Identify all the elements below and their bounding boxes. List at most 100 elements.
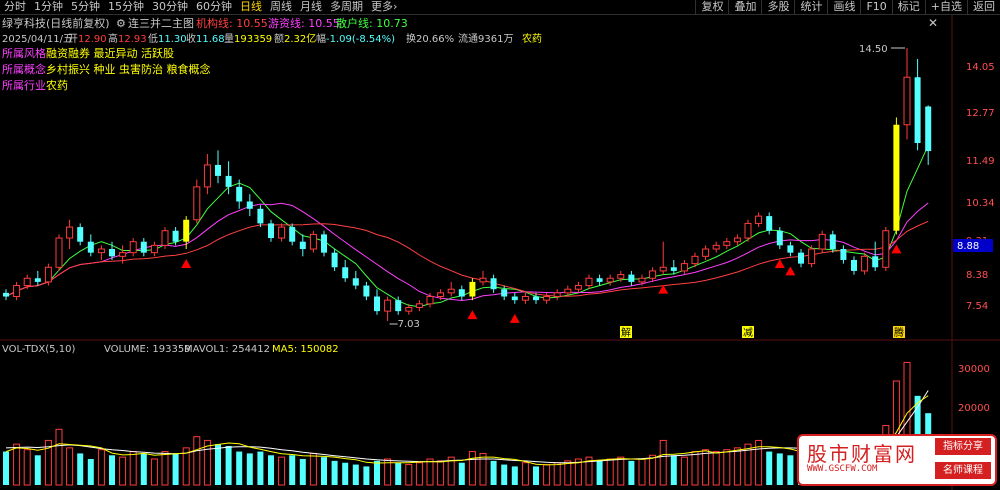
candle bbox=[712, 241, 720, 253]
candle-body bbox=[447, 288, 455, 294]
tab-multi-period[interactable]: 多周期 bbox=[326, 0, 367, 14]
gear-icon[interactable]: ⚙ bbox=[116, 17, 126, 30]
open-label: 开 bbox=[68, 34, 78, 45]
signal-label: 腾 bbox=[894, 326, 904, 339]
f10-button[interactable]: F10 bbox=[860, 0, 891, 14]
signal-label: 减 bbox=[743, 327, 753, 339]
stats-button[interactable]: 统计 bbox=[794, 0, 827, 14]
candle bbox=[723, 238, 731, 250]
tab-intraday[interactable]: 分时 bbox=[0, 0, 30, 14]
volume-bar bbox=[34, 455, 41, 485]
volume-indicator-name[interactable]: VOL-TDX(5,10) bbox=[2, 344, 75, 355]
candle-body bbox=[723, 241, 731, 246]
candle-body bbox=[808, 248, 816, 265]
retail-line-value: 散户线: 10.73 bbox=[336, 16, 408, 30]
candle bbox=[755, 212, 763, 228]
candle-body bbox=[755, 215, 763, 224]
industry-label: 所属行业 bbox=[2, 79, 46, 92]
volume-bar bbox=[533, 466, 539, 485]
volume-bar bbox=[215, 444, 221, 485]
price-tick: 8.38 bbox=[966, 270, 988, 281]
draw-line-button[interactable]: 画线 bbox=[827, 0, 860, 14]
concept-label: 所属概念 bbox=[2, 62, 46, 76]
stock-name: 绿亨科技(日线前复权) bbox=[2, 16, 110, 30]
tab-more-label: 更多 bbox=[371, 0, 393, 13]
volume-tick: 20000 bbox=[958, 403, 990, 414]
candle bbox=[511, 292, 518, 304]
tab-15min[interactable]: 15分钟 bbox=[104, 0, 148, 14]
candle-body bbox=[680, 263, 688, 272]
add-watchlist-button[interactable]: +自选 bbox=[924, 0, 967, 14]
back-button[interactable]: 返回 bbox=[967, 0, 1000, 14]
tab-30min[interactable]: 30分钟 bbox=[148, 0, 192, 14]
candle bbox=[744, 219, 752, 242]
candle-body bbox=[23, 277, 31, 287]
candle bbox=[596, 274, 603, 286]
candle bbox=[415, 300, 423, 312]
tab-1min[interactable]: 1分钟 bbox=[30, 0, 67, 14]
candle-body bbox=[246, 201, 253, 209]
ma5-label: MA5: 150082 bbox=[272, 344, 339, 355]
candle bbox=[479, 270, 487, 286]
close-icon[interactable]: ✕ bbox=[928, 16, 938, 30]
tab-more[interactable]: 更多› bbox=[367, 0, 401, 14]
tab-5min[interactable]: 5分钟 bbox=[67, 0, 104, 14]
adjust-button[interactable]: 复权 bbox=[695, 0, 728, 14]
candle-body bbox=[129, 241, 137, 254]
candle-body bbox=[161, 230, 169, 246]
volume-bar bbox=[617, 456, 625, 486]
candle-body bbox=[374, 296, 380, 312]
tab-60min[interactable]: 60分钟 bbox=[192, 0, 236, 14]
candle bbox=[87, 234, 94, 257]
volume-bar bbox=[405, 464, 413, 486]
overlay-button[interactable]: 叠加 bbox=[728, 0, 761, 14]
candle-body bbox=[215, 164, 221, 176]
candle-body bbox=[712, 244, 720, 250]
candle bbox=[702, 245, 710, 260]
candle bbox=[44, 263, 52, 286]
kline-chart[interactable]: 绿亨科技(日线前复权) ⚙ 连三并二主图 机构线: 10.55 游资线: 10.… bbox=[0, 15, 1000, 490]
candle bbox=[670, 259, 677, 275]
sector-name: 农药 bbox=[522, 32, 542, 45]
volume-bar bbox=[342, 462, 349, 485]
indicator-name[interactable]: 连三并二主图 bbox=[128, 16, 194, 30]
volume-bar bbox=[66, 447, 74, 486]
volume-bar bbox=[511, 466, 518, 485]
chevron-right-icon: › bbox=[393, 0, 398, 13]
mark-button[interactable]: 标记 bbox=[891, 0, 925, 14]
hot-line-value: 游资线: 10.55 bbox=[268, 16, 340, 30]
candle-body bbox=[840, 249, 847, 260]
candle-body bbox=[501, 289, 508, 297]
retail-line bbox=[5, 145, 929, 308]
volume-bar bbox=[543, 464, 551, 486]
volume-bar bbox=[723, 449, 731, 486]
volume-bar bbox=[289, 455, 296, 485]
buy-arrow bbox=[785, 266, 796, 276]
candle-body bbox=[787, 245, 794, 253]
tab-daily[interactable]: 日线 bbox=[236, 0, 266, 14]
mavol1-line bbox=[5, 390, 929, 464]
candle-body bbox=[617, 274, 625, 279]
candle bbox=[490, 274, 497, 293]
tab-weekly[interactable]: 周线 bbox=[266, 0, 296, 14]
candle bbox=[585, 274, 593, 290]
price-tick: 12.77 bbox=[966, 108, 995, 119]
multi-stock-button[interactable]: 多股 bbox=[761, 0, 794, 14]
candle-body bbox=[44, 266, 52, 283]
candle-body bbox=[818, 233, 826, 250]
tab-monthly[interactable]: 月线 bbox=[296, 0, 326, 14]
volume-bar bbox=[649, 454, 657, 486]
candle-body bbox=[798, 252, 804, 264]
volume-bar bbox=[246, 453, 253, 485]
candle bbox=[384, 296, 392, 321]
info-lines: 所属风格融资融券 最近异动 活跃股 所属概念乡村振兴 种业 虫害防治 粮食概念 … bbox=[2, 46, 211, 92]
toolbar: 分时 1分钟 5分钟 15分钟 30分钟 60分钟 日线 周线 月线 多周期 更… bbox=[0, 0, 1000, 15]
candle-body bbox=[585, 277, 593, 287]
volume-bar bbox=[479, 452, 487, 486]
candle-body bbox=[829, 234, 836, 250]
candle bbox=[309, 230, 317, 253]
candle bbox=[246, 194, 253, 217]
candle bbox=[787, 241, 794, 257]
candle bbox=[66, 219, 74, 250]
buy-arrow bbox=[774, 259, 785, 269]
